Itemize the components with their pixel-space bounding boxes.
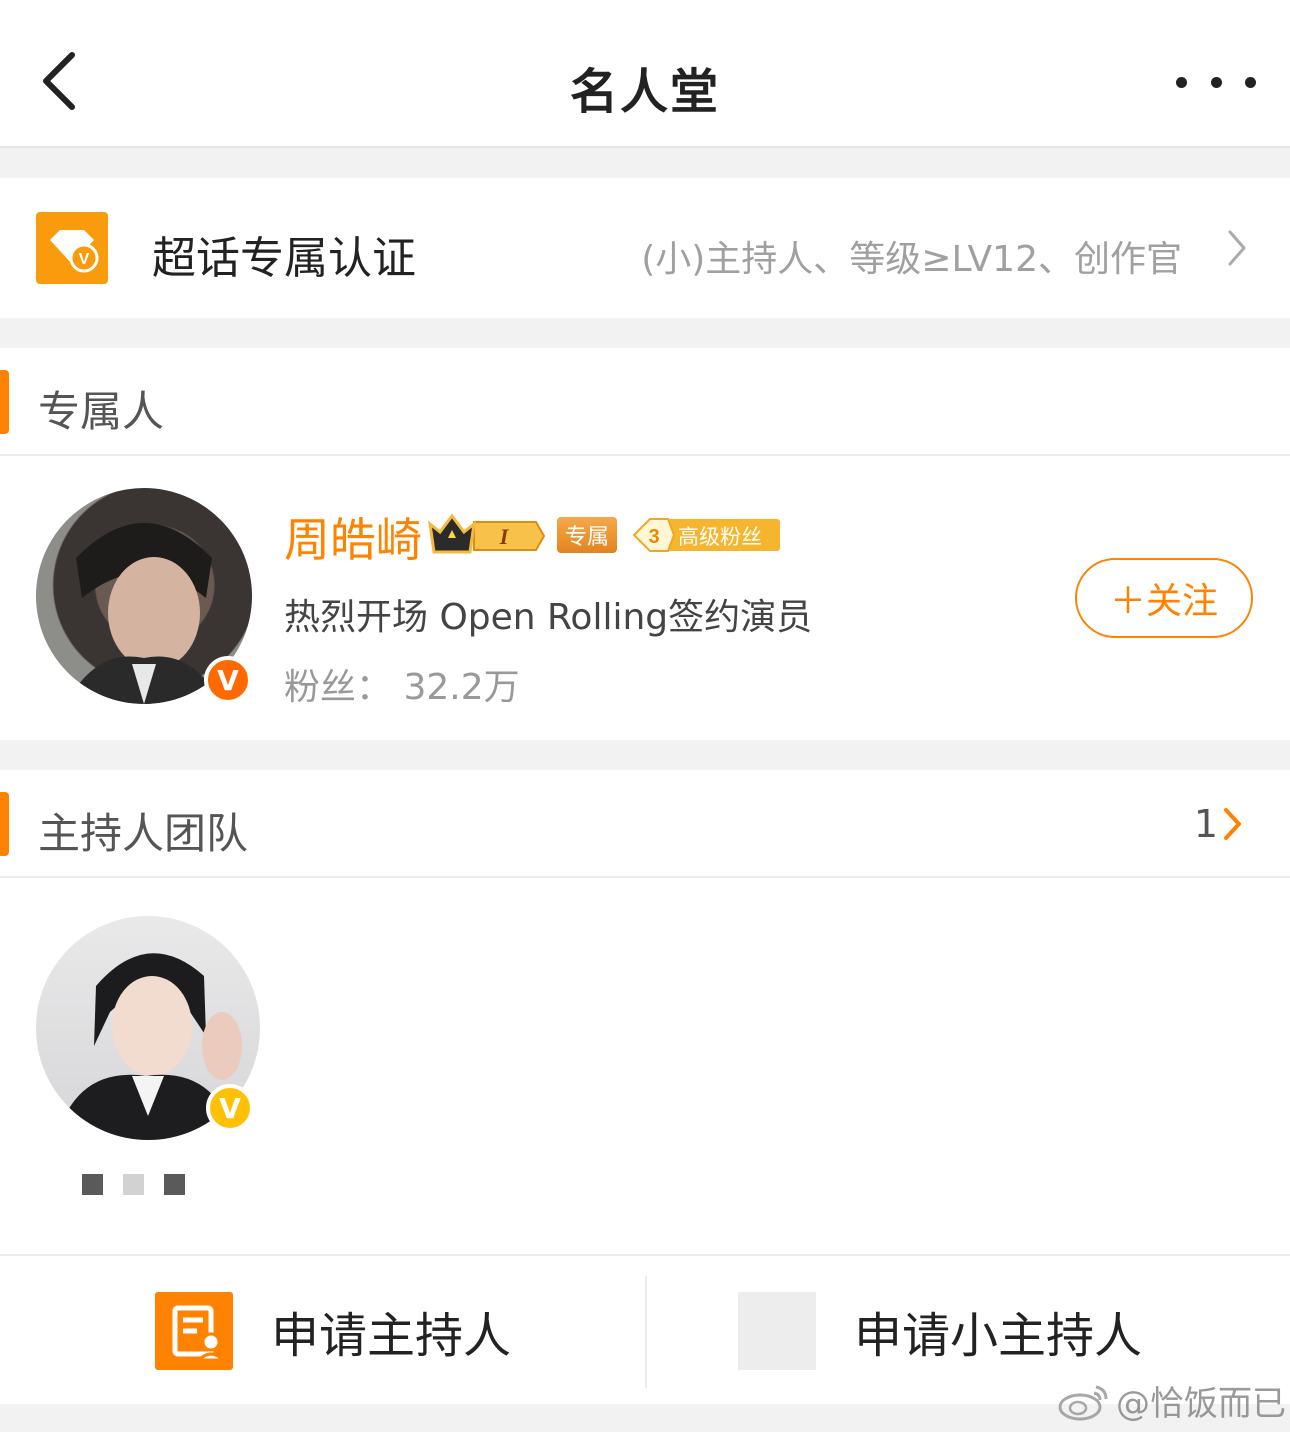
- chevron-right-icon: [1228, 230, 1246, 266]
- section-accent-bar: [0, 370, 9, 434]
- fan-level-badge: 3 高级粉丝: [632, 517, 780, 553]
- more-dot-icon: [1210, 76, 1222, 88]
- navigation-bar: 名人堂: [0, 0, 1290, 148]
- user-fans: 粉丝： 32.2万: [284, 658, 520, 710]
- weibo-logo-icon: [1058, 1385, 1108, 1420]
- apply-host-label: 申请主持人: [271, 1308, 512, 1364]
- apply-host-button[interactable]: 申请主持人: [155, 1256, 511, 1406]
- svg-text:V: V: [79, 251, 90, 268]
- section-header: 专属人: [0, 348, 1290, 456]
- exclusive-badge: 专属: [557, 517, 617, 553]
- more-dot-icon: [1176, 76, 1187, 88]
- chevron-right-icon: [1224, 808, 1241, 840]
- host-avatar[interactable]: V: [36, 916, 260, 1140]
- host-count: 1: [1193, 802, 1218, 846]
- certification-requirements: (小)主持人、等级≥LV12、创作官: [641, 239, 1182, 280]
- level-badge-text: I: [499, 524, 510, 549]
- more-options-button[interactable]: [1176, 62, 1256, 102]
- placeholder-block: [82, 1174, 103, 1195]
- verified-orange-icon: V: [204, 656, 252, 704]
- verified-yellow-icon: V: [206, 1084, 254, 1132]
- user-name[interactable]: 周皓崎: [284, 504, 422, 570]
- watermark-text: @恰饭而已: [1116, 1384, 1286, 1424]
- certification-title: 超话专属认证: [152, 233, 416, 284]
- section-accent-bar: [0, 792, 9, 856]
- section-title: 专属人: [38, 387, 165, 436]
- crown-level-icon: I: [428, 513, 546, 554]
- apply-small-host-label: 申请小主持人: [854, 1308, 1143, 1364]
- user-description: 热烈开场 Open Rolling签约演员: [284, 597, 813, 638]
- fan-level-number: 3: [648, 526, 659, 548]
- host-name-placeholder: [82, 1174, 185, 1195]
- fan-badge-label: 高级粉丝: [678, 525, 762, 549]
- fans-count: 32.2万: [403, 667, 520, 708]
- watermark: @恰饭而已: [1058, 1376, 1286, 1425]
- certification-icon: V: [36, 212, 108, 284]
- divider: [645, 1276, 647, 1388]
- placeholder-block: [164, 1174, 185, 1195]
- apply-document-icon: [155, 1292, 233, 1370]
- certification-row[interactable]: V 超话专属认证 (小)主持人、等级≥LV12、创作官: [0, 178, 1290, 318]
- apply-small-host-icon: [738, 1292, 816, 1370]
- user-avatar[interactable]: V: [36, 488, 252, 704]
- more-dot-icon: [1245, 76, 1256, 88]
- follow-button[interactable]: ＋关注: [1075, 558, 1253, 638]
- section-header[interactable]: 主持人团队 1: [0, 770, 1290, 878]
- section-title: 主持人团队: [38, 809, 249, 858]
- fans-label: 粉丝：: [284, 667, 393, 708]
- placeholder-block: [123, 1174, 144, 1195]
- page-title: 名人堂: [569, 64, 720, 120]
